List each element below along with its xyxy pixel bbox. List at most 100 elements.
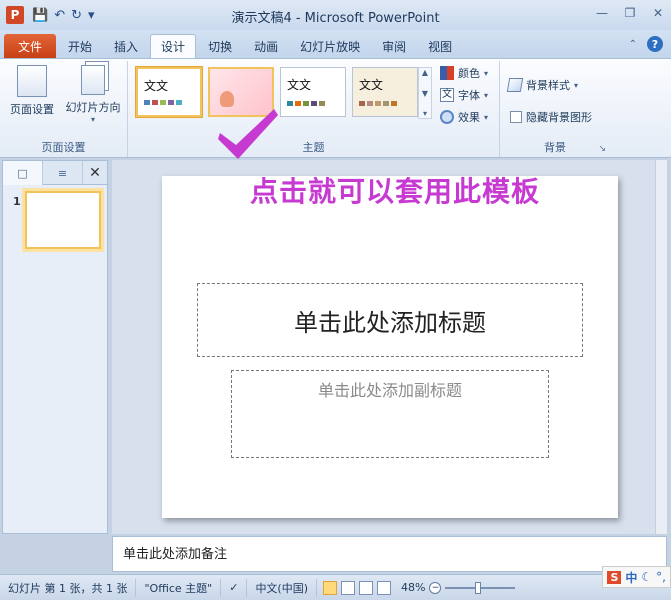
dialog-launcher-icon[interactable]: ↘ <box>598 144 606 154</box>
background-styles-icon <box>506 78 524 92</box>
tab-home[interactable]: 开始 <box>58 34 102 58</box>
theme-thumb-text: 文文 <box>359 78 384 92</box>
notes-pane[interactable]: 单击此处添加备注 <box>112 536 667 572</box>
undo-icon[interactable]: ↶ <box>54 8 65 23</box>
slide-thumbnail[interactable] <box>25 191 101 249</box>
title-bar: P 💾 ↶ ↻ ▾ 演示文稿4 - Microsoft PowerPoint —… <box>0 0 671 30</box>
theme-color-dots <box>144 100 182 105</box>
theme-fonts-button[interactable]: 文 字体 ▾ <box>440 87 488 103</box>
tab-slideshow[interactable]: 幻灯片放映 <box>290 34 370 58</box>
sogou-logo[interactable]: S <box>607 570 622 584</box>
page-setup-group-label: 页面设置 <box>41 141 86 154</box>
theme-fonts-label: 字体 <box>458 89 480 102</box>
theme-thumb-text: 文文 <box>287 78 312 92</box>
ime-mode[interactable]: 中 <box>625 569 637 586</box>
slide-number: 1 <box>13 195 21 208</box>
theme-name[interactable]: "Office 主题" <box>136 578 222 597</box>
theme-colors-button[interactable]: 颜色 ▾ <box>440 65 488 81</box>
chevron-down-icon: ▾ <box>574 80 579 90</box>
tab-insert[interactable]: 插入 <box>104 34 148 58</box>
slideshow-view-icon[interactable] <box>377 580 392 595</box>
chevron-down-icon: ▾ <box>90 115 95 124</box>
slide-orientation-label: 幻灯片方向 <box>65 101 121 114</box>
restore-icon[interactable]: ❐ <box>623 6 637 20</box>
redo-icon[interactable]: ↻ <box>71 8 82 23</box>
slide-info: 幻灯片 第 1 张，共 1 张 <box>0 578 137 597</box>
effects-icon <box>440 110 454 124</box>
page-setup-label: 页面设置 <box>10 103 54 116</box>
minimize-ribbon-icon[interactable]: ⌃ <box>629 39 637 50</box>
close-icon[interactable]: ✕ <box>651 6 665 20</box>
tab-view[interactable]: 视图 <box>418 34 462 58</box>
help-icon[interactable]: ? <box>647 36 663 52</box>
tab-review[interactable]: 审阅 <box>372 34 416 58</box>
zoom-slider-knob[interactable] <box>475 581 482 594</box>
theme-color-dots <box>287 101 325 106</box>
slide-orientation-icon <box>81 65 105 95</box>
reading-view-icon[interactable] <box>359 580 374 595</box>
slides-pane: □ ≡ ✕ 1 <box>2 160 108 534</box>
chevron-down-icon: ▾ <box>484 90 489 100</box>
slide-editing-area: 单击此处添加标题 单击此处添加副标题 <box>112 160 667 534</box>
normal-view-icon[interactable] <box>323 580 338 595</box>
ribbon-design: 页面设置 幻灯片方向 ▾ 页面设置 主题 文文 文文 文文 ▲ ▼ ▾ 颜色 ▾… <box>0 58 671 158</box>
theme-thumb-plain[interactable]: 文文 <box>280 67 346 117</box>
tab-transitions[interactable]: 切换 <box>198 34 242 58</box>
save-icon[interactable]: 💾 <box>32 8 48 23</box>
view-buttons <box>317 580 397 595</box>
outline-tab-icon[interactable]: ≡ <box>43 161 83 185</box>
slide-orientation-button[interactable]: 幻灯片方向 ▾ <box>62 65 124 124</box>
ime-toolbar: S 中 ☾ °, <box>602 566 671 588</box>
close-pane-icon[interactable]: ✕ <box>83 161 107 184</box>
quick-access-toolbar: 💾 ↶ ↻ ▾ <box>32 8 95 23</box>
hide-background-label: 隐藏背景图形 <box>526 111 592 124</box>
themes-group-label: 主题 <box>302 141 325 154</box>
vertical-scrollbar[interactable] <box>655 160 667 534</box>
spellcheck-icon[interactable]: ✓ <box>221 578 248 597</box>
tab-file[interactable]: 文件 <box>4 34 57 58</box>
zoom-level[interactable]: 48% <box>397 581 429 594</box>
slide-canvas[interactable]: 单击此处添加标题 单击此处添加副标题 <box>162 176 618 518</box>
window-title: 演示文稿4 - Microsoft PowerPoint <box>231 11 440 26</box>
window-controls: — ❐ ✕ <box>595 6 665 20</box>
slides-tab-icon[interactable]: □ <box>3 161 43 185</box>
hide-background-checkbox[interactable] <box>510 111 522 123</box>
hide-background-graphics[interactable]: 隐藏背景图形 <box>510 109 592 125</box>
slide-sorter-icon[interactable] <box>341 580 356 595</box>
background-group-label: 背景 <box>544 141 566 154</box>
minimize-icon[interactable]: — <box>595 6 609 20</box>
page-setup-button[interactable]: 页面设置 <box>4 65 60 117</box>
theme-thumb-cream[interactable]: 文文 <box>352 67 418 117</box>
zoom-out-icon[interactable]: − <box>429 581 442 594</box>
punctuation-icon[interactable]: °, <box>656 570 666 584</box>
slides-pane-tabs: □ ≡ ✕ <box>3 161 107 185</box>
theme-effects-button[interactable]: 效果 ▾ <box>440 109 488 125</box>
annotation-text: 点击就可以套用此模板 <box>250 175 541 208</box>
theme-thumb-office[interactable]: 文文 <box>136 67 202 117</box>
language[interactable]: 中文(中国) <box>247 578 318 597</box>
customize-qat-icon[interactable]: ▾ <box>88 8 95 23</box>
powerpoint-app-icon[interactable]: P <box>6 6 24 24</box>
background-styles-label: 背景样式 <box>526 79 570 92</box>
chevron-down-icon[interactable]: ▼ <box>419 89 431 98</box>
background-styles-button[interactable]: 背景样式 ▾ <box>506 77 579 93</box>
theme-gallery-scroll[interactable]: ▲ ▼ ▾ <box>418 67 432 119</box>
chevron-down-icon: ▾ <box>484 112 489 122</box>
palette-icon <box>440 66 454 80</box>
theme-color-dots <box>359 101 397 106</box>
tab-animations[interactable]: 动画 <box>244 34 288 58</box>
title-placeholder[interactable]: 单击此处添加标题 <box>197 283 583 357</box>
subtitle-placeholder[interactable]: 单击此处添加副标题 <box>231 370 549 458</box>
ribbon-tabs: 文件 开始 插入 设计 切换 动画 幻灯片放映 审阅 视图 ⌃ ? <box>0 30 671 58</box>
theme-effects-label: 效果 <box>458 111 480 124</box>
gallery-more-icon[interactable]: ▾ <box>419 109 431 118</box>
status-bar: 幻灯片 第 1 张，共 1 张 "Office 主题" ✓ 中文(中国) 48%… <box>0 574 671 600</box>
page-setup-icon <box>17 65 47 97</box>
moon-icon[interactable]: ☾ <box>641 570 652 584</box>
zoom-control: − <box>429 581 516 594</box>
chevron-up-icon[interactable]: ▲ <box>419 68 431 77</box>
tab-design[interactable]: 设计 <box>150 34 197 58</box>
font-icon: 文 <box>440 88 454 102</box>
zoom-slider[interactable] <box>445 581 516 594</box>
checkmark-icon <box>218 109 278 159</box>
